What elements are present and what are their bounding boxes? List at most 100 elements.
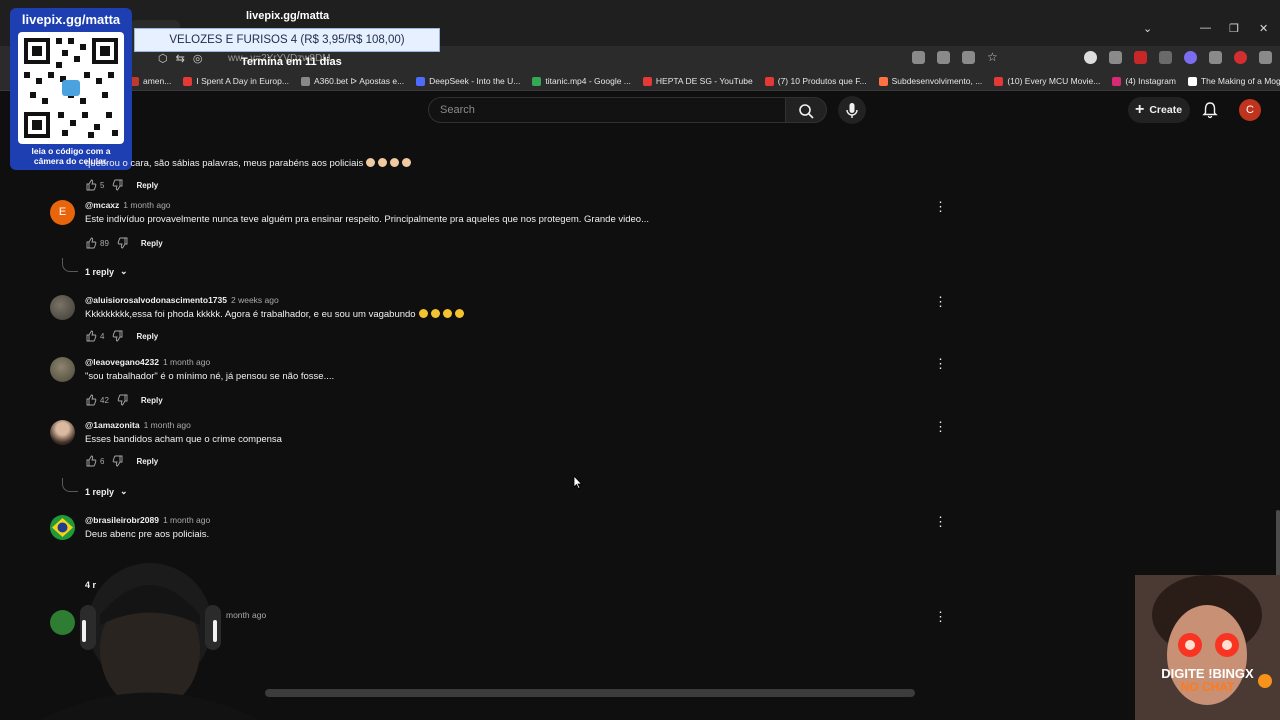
create-button[interactable]: + Create: [1128, 97, 1190, 123]
bookmark-item[interactable]: (4) Instagram: [1112, 76, 1176, 86]
comment-author[interactable]: @aluisiorosalvodonascimento1735: [85, 295, 227, 305]
search-input[interactable]: Search: [428, 97, 786, 123]
dislike-icon[interactable]: [112, 455, 124, 467]
dislike-icon[interactable]: [117, 394, 129, 406]
account-avatar[interactable]: C: [1239, 99, 1261, 121]
address-bar-icons: ⬡ ⇆ ◎: [158, 52, 202, 65]
dislike-icon[interactable]: [112, 179, 124, 191]
extension-grey-icon[interactable]: [1209, 51, 1222, 64]
comment-time[interactable]: 2 weeks ago: [231, 295, 279, 305]
minimize-icon[interactable]: —: [1200, 22, 1211, 34]
avatar[interactable]: [50, 420, 75, 445]
bookmark-label: The Making of a Mog...: [1200, 76, 1280, 86]
extension-c-icon[interactable]: [1084, 51, 1097, 64]
reply-button[interactable]: Reply: [136, 457, 158, 466]
bookmark-item[interactable]: DeepSeek - Into the U...: [416, 76, 520, 86]
like-count: 89: [100, 238, 109, 248]
extension-toolbar: ☆: [912, 51, 1272, 64]
reply-button[interactable]: Reply: [136, 332, 158, 341]
extension-purple-icon[interactable]: [1184, 51, 1197, 64]
comment-author[interactable]: @1amazonita: [85, 420, 140, 430]
bookmark-label: I Spent A Day in Europ...: [196, 76, 289, 86]
volume-icon[interactable]: [1159, 51, 1172, 64]
comment-meta: @leaovegano4232 1 month ago: [85, 357, 210, 367]
reply-button[interactable]: Reply: [136, 181, 158, 190]
avatar[interactable]: E: [50, 200, 75, 225]
extension-badge-icon[interactable]: [1134, 51, 1147, 64]
like-icon[interactable]: [85, 237, 97, 249]
like-count: 4: [100, 331, 105, 341]
comment-time[interactable]: 1 month ago: [163, 515, 210, 525]
search-button[interactable]: [785, 97, 827, 123]
bookmark-item[interactable]: titanic.mp4 - Google ...: [532, 76, 631, 86]
tab-search-icon[interactable]: ⌄: [1143, 22, 1152, 35]
cam-callout: DIGITE !BINGX: [1161, 666, 1254, 681]
vertical-scrollbar[interactable]: [1276, 510, 1280, 580]
comment-time[interactable]: 1 month ago: [123, 200, 170, 210]
dislike-icon[interactable]: [117, 237, 129, 249]
bookmark-item[interactable]: A360.bet ᐅ Apostas e...: [300, 76, 404, 87]
comment-time[interactable]: 1 month ago: [163, 357, 210, 367]
like-icon[interactable]: [85, 330, 97, 342]
plus-icon: +: [1135, 101, 1145, 118]
screen: { "overlay": { "qr_title": "livepix.gg/m…: [0, 0, 1280, 720]
comment-text: "sou trabalhador" é o mínimo né, já pens…: [85, 371, 335, 382]
like-icon[interactable]: [85, 455, 97, 467]
bookmark-item[interactable]: (7) 10 Produtos que F...: [764, 76, 867, 86]
comment-meta: @aluisiorosalvodonascimento1735 2 weeks a…: [85, 295, 279, 305]
cast-icon[interactable]: [912, 51, 925, 64]
bookmark-item[interactable]: I Spent A Day in Europ...: [183, 76, 289, 86]
bookmark-favicon-icon: [1187, 76, 1197, 86]
overlay-header: livepix.gg/matta: [246, 10, 330, 22]
qr-code: [18, 32, 124, 144]
voice-search-button[interactable]: [838, 96, 866, 124]
reply-button[interactable]: Reply: [141, 396, 163, 405]
bookmark-item[interactable]: HEPTA DE SG - YouTube: [642, 76, 753, 86]
more-options-icon[interactable]: ⋮: [934, 357, 947, 370]
notifications-button[interactable]: [1200, 100, 1220, 120]
adblock-icon[interactable]: [1234, 51, 1247, 64]
bookmark-star-icon[interactable]: ☆: [987, 51, 1000, 64]
bookmark-item[interactable]: (10) Every MCU Movie...: [994, 76, 1100, 86]
clap-emoji-icon: [378, 158, 388, 167]
like-icon[interactable]: [85, 394, 97, 406]
more-options-icon[interactable]: ⋮: [934, 295, 947, 308]
bookmark-label: Subdesenvolvimento, ...: [891, 76, 983, 86]
comment-time[interactable]: 1 month ago: [144, 420, 191, 430]
dislike-icon[interactable]: [112, 330, 124, 342]
like-icon[interactable]: [85, 179, 97, 191]
replies-toggle[interactable]: 1 reply ⌄: [85, 266, 128, 277]
bookmark-label: (10) Every MCU Movie...: [1007, 76, 1101, 86]
horizontal-scrollbar[interactable]: [265, 689, 915, 697]
avatar[interactable]: [50, 357, 75, 382]
restore-icon[interactable]: ❐: [1229, 22, 1239, 35]
menu-icon[interactable]: [1259, 51, 1272, 64]
brazil-flag-avatar[interactable]: [50, 515, 75, 540]
site-info-icon[interactable]: ◎: [193, 52, 203, 65]
install-icon[interactable]: [937, 51, 950, 64]
extensions-puzzle-icon[interactable]: [1109, 51, 1122, 64]
bookmark-label: (4) Instagram: [1125, 76, 1176, 86]
bookmark-label: DeepSeek - Into the U...: [429, 76, 521, 86]
more-options-icon[interactable]: ⋮: [934, 420, 947, 433]
more-options-icon[interactable]: ⋮: [934, 610, 947, 623]
shield-icon[interactable]: ⬡: [158, 52, 168, 65]
site-settings-icon[interactable]: ⇆: [176, 52, 185, 65]
bookmark-item[interactable]: amen...: [130, 76, 171, 86]
bookmark-item[interactable]: Subdesenvolvimento, ...: [878, 76, 983, 86]
comment-author[interactable]: @brasileirobr2089: [85, 515, 159, 525]
more-options-icon[interactable]: ⋮: [934, 200, 947, 213]
bookmark-item[interactable]: The Making of a Mog...: [1187, 76, 1280, 86]
translate-icon[interactable]: [962, 51, 975, 64]
more-options-icon[interactable]: ⋮: [934, 515, 947, 528]
comment-author[interactable]: @mcaxz: [85, 200, 119, 210]
mouse-cursor-icon: [573, 475, 583, 489]
close-window-icon[interactable]: ✕: [1259, 22, 1268, 35]
replies-toggle[interactable]: 1 reply ⌄: [85, 486, 128, 497]
comment-author[interactable]: @leaovegano4232: [85, 357, 159, 367]
comment-actions: 6 Reply: [85, 455, 158, 467]
avatar[interactable]: [50, 295, 75, 320]
bookmark-label: titanic.mp4 - Google ...: [545, 76, 631, 86]
comment-text: Deus abenc pre aos policiais.: [85, 529, 210, 540]
reply-button[interactable]: Reply: [141, 239, 163, 248]
